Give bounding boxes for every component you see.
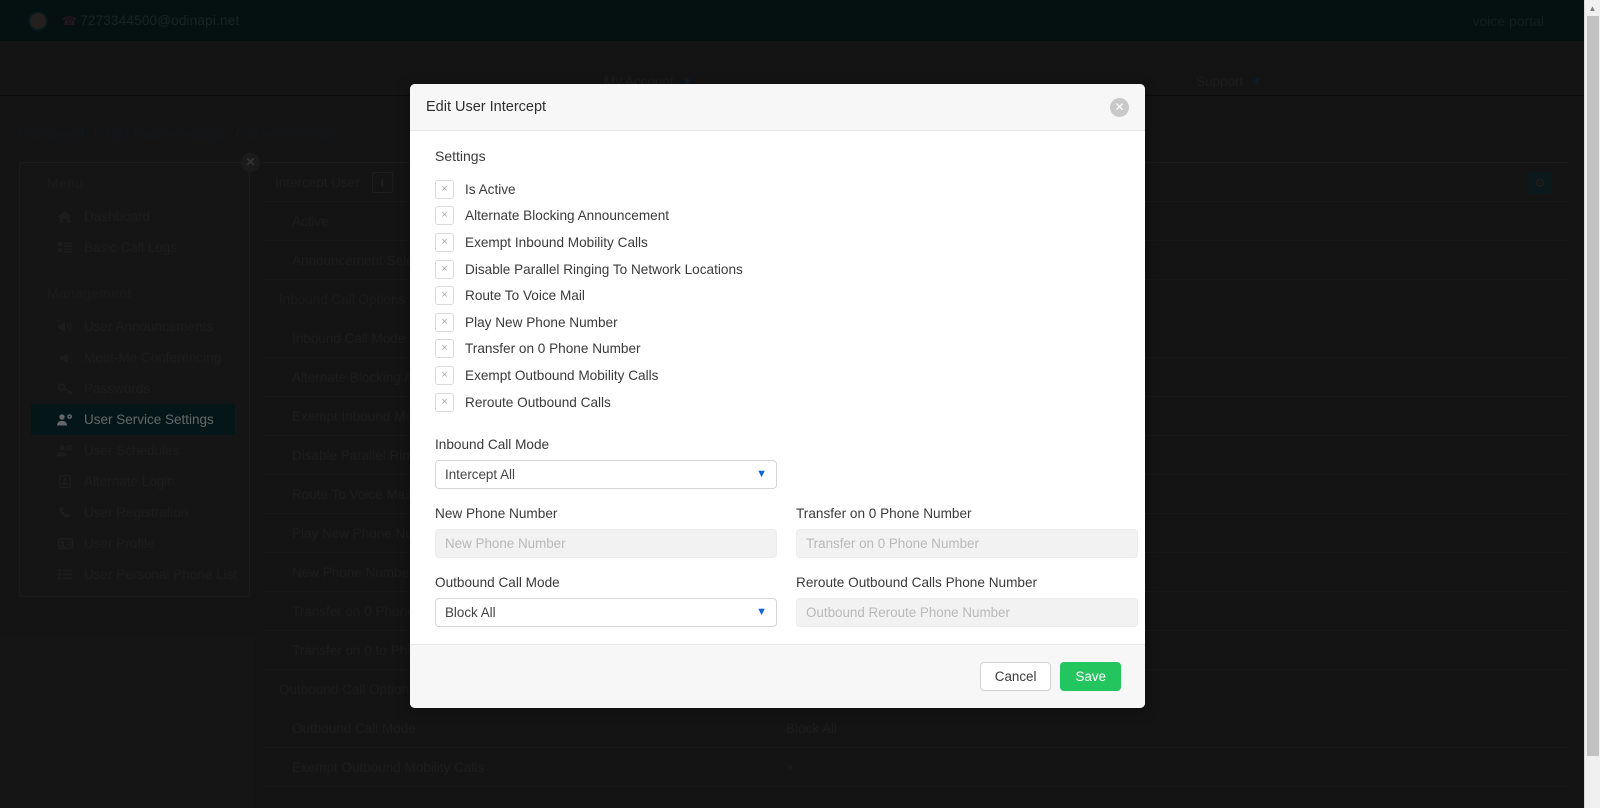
transfer-on-0-phone-number-input[interactable] (796, 529, 1138, 559)
setting-checkbox-row[interactable]: × Reroute Outbound Calls (435, 389, 1120, 416)
checkbox-unchecked-icon[interactable]: × (435, 312, 454, 332)
setting-checkbox-row[interactable]: × Exempt Inbound Mobility Calls (435, 229, 1120, 256)
reroute-outbound-calls-phone-number-input[interactable] (796, 598, 1138, 628)
dialog-body: Settings × Is Active × Alternate Blocking A… (410, 131, 1145, 644)
setting-checkbox-row[interactable]: × Disable Parallel Ringing To Network Loc… (435, 256, 1120, 283)
setting-checkbox-row[interactable]: × Is Active (435, 176, 1120, 203)
transfer-on-0-phone-number-label: Transfer on 0 Phone Number (796, 506, 972, 522)
checkbox-unchecked-icon[interactable]: × (435, 259, 454, 279)
cancel-button[interactable]: Cancel (979, 662, 1052, 691)
checkbox-label: Transfer on 0 Phone Number (465, 341, 641, 357)
scrollbar-thumb[interactable] (1587, 16, 1599, 756)
new-phone-number-label: New Phone Number (435, 506, 558, 522)
checkbox-label: Reroute Outbound Calls (465, 394, 611, 410)
field-inbound-call-mode: Inbound Call Mode Intercept All ▼ (435, 437, 777, 490)
dialog-title: Edit User Intercept (426, 99, 547, 115)
outbound-call-mode-label: Outbound Call Mode (435, 575, 560, 591)
checkbox-label: Play New Phone Number (465, 314, 618, 330)
outbound-call-mode-select[interactable]: Block All (435, 598, 777, 628)
settings-section-label: Settings (435, 148, 486, 164)
edit-user-intercept-dialog: Edit User Intercept ✕ Settings × Is Activ… (410, 84, 1145, 708)
dialog-header: Edit User Intercept ✕ (410, 84, 1145, 131)
checkbox-unchecked-icon[interactable]: × (435, 232, 454, 252)
inbound-call-mode-select[interactable]: Intercept All (435, 460, 777, 490)
field-transfer-on-0-phone-number: Transfer on 0 Phone Number (796, 506, 1138, 559)
dialog-footer: Cancel Save (410, 644, 1145, 708)
page-scrollbar[interactable]: ▲ (1584, 0, 1600, 808)
field-new-phone-number: New Phone Number (435, 506, 777, 559)
checkbox-unchecked-icon[interactable]: × (435, 206, 454, 226)
field-outbound-call-mode: Outbound Call Mode Block All ▼ (435, 575, 777, 628)
checkbox-unchecked-icon[interactable]: × (435, 392, 454, 412)
setting-checkbox-row[interactable]: × Exempt Outbound Mobility Calls (435, 362, 1120, 389)
setting-checkbox-row[interactable]: × Transfer on 0 Phone Number (435, 336, 1120, 363)
checkbox-unchecked-icon[interactable]: × (435, 365, 454, 385)
checkbox-label: Disable Parallel Ringing To Network Loca… (465, 261, 743, 277)
setting-checkbox-row[interactable]: × Play New Phone Number (435, 309, 1120, 336)
checkbox-label: Is Active (465, 181, 516, 197)
field-reroute-outbound-calls-phone-number: Reroute Outbound Calls Phone Number (796, 575, 1138, 628)
scroll-up-icon[interactable]: ▲ (1585, 0, 1600, 16)
save-button[interactable]: Save (1060, 662, 1121, 691)
checkbox-unchecked-icon[interactable]: × (435, 179, 454, 199)
checkbox-label: Route To Voice Mail (465, 288, 585, 304)
inbound-call-mode-label: Inbound Call Mode (435, 437, 550, 453)
close-icon[interactable]: ✕ (1110, 97, 1129, 117)
setting-checkbox-row[interactable]: × Alternate Blocking Announcement (435, 203, 1120, 230)
checkbox-unchecked-icon[interactable]: × (435, 339, 454, 359)
checkbox-label: Exempt Outbound Mobility Calls (465, 367, 659, 383)
new-phone-number-input[interactable] (435, 529, 777, 559)
setting-checkbox-row[interactable]: × Route To Voice Mail (435, 282, 1120, 309)
dialog-form: Inbound Call Mode Intercept All ▼ New Ph… (435, 437, 1138, 644)
settings-checkbox-list: × Is Active × Alternate Blocking Announceme… (435, 176, 1120, 415)
checkbox-unchecked-icon[interactable]: × (435, 286, 454, 306)
reroute-outbound-calls-phone-number-label: Reroute Outbound Calls Phone Number (796, 575, 1038, 591)
checkbox-label: Exempt Inbound Mobility Calls (465, 234, 648, 250)
checkbox-label: Alternate Blocking Announcement (465, 208, 670, 224)
